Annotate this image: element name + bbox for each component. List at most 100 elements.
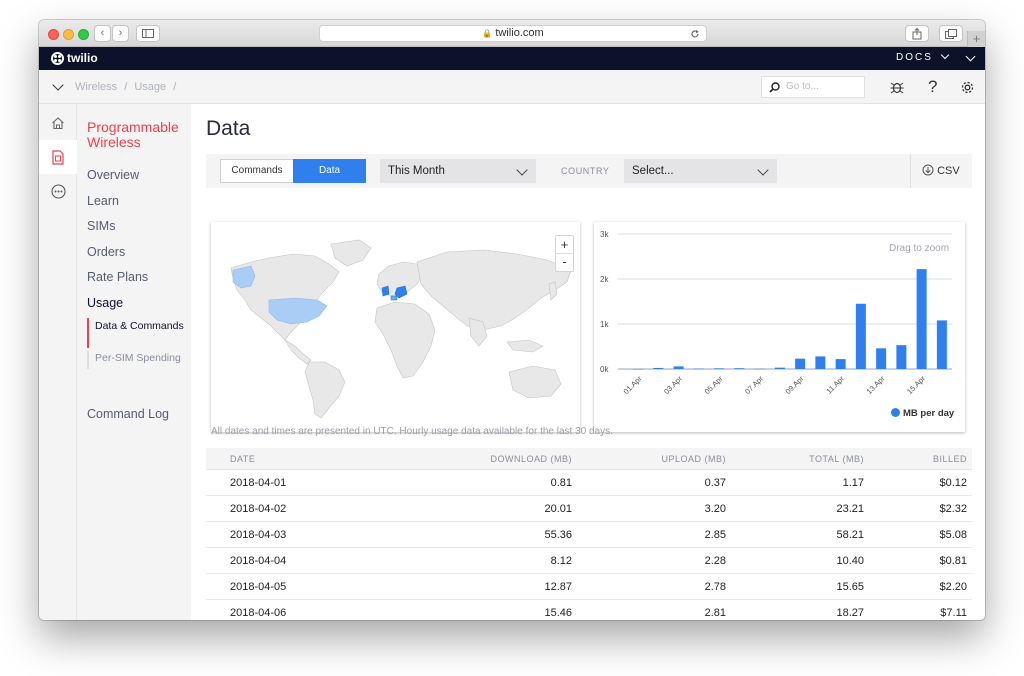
y-tick-label: 1k xyxy=(600,320,609,329)
sidebar-item-rate-plans[interactable]: Rate Plans xyxy=(87,270,148,284)
chevron-right-icon: › xyxy=(118,27,123,39)
chevron-down-icon xyxy=(940,50,949,60)
chart-bar[interactable] xyxy=(633,368,644,370)
more-icon xyxy=(50,183,66,199)
back-button[interactable]: ‹ xyxy=(94,25,111,42)
region-alaska-highlight[interactable] xyxy=(232,265,256,289)
chart-bar[interactable] xyxy=(653,367,664,369)
cell-upload: 2.85 xyxy=(704,529,726,541)
cell-download: 8.12 xyxy=(550,555,572,567)
breadcrumb: Wireless / Usage / xyxy=(75,81,180,93)
sidebar-item-usage[interactable]: Usage xyxy=(87,296,123,310)
sidebar: Programmable Wireless Overview Learn SIM… xyxy=(77,104,191,620)
close-window-button[interactable] xyxy=(48,29,59,40)
sidebar-item-command-log[interactable]: Command Log xyxy=(87,407,169,421)
cell-billed: $5.08 xyxy=(939,529,967,541)
share-button[interactable] xyxy=(905,25,929,42)
rail-home[interactable] xyxy=(39,106,77,140)
goto-search-input[interactable]: Go to... xyxy=(761,76,865,98)
country-select[interactable]: Select... xyxy=(624,159,777,183)
breadcrumb-bar: Wireless / Usage / Go to... ? xyxy=(39,70,985,104)
chart-bar[interactable] xyxy=(714,368,725,369)
breadcrumb-item-wireless[interactable]: Wireless xyxy=(75,81,117,93)
chart-bar[interactable] xyxy=(693,368,704,370)
rail-more[interactable] xyxy=(39,174,77,208)
chart-legend[interactable]: MB per day xyxy=(891,408,954,419)
forward-button[interactable]: › xyxy=(112,25,129,42)
period-select[interactable]: This Month xyxy=(380,159,536,183)
sidebar-section-title[interactable]: Programmable Wireless xyxy=(87,120,187,150)
product-rail xyxy=(39,104,77,620)
chart-bar[interactable] xyxy=(673,366,684,369)
cell-date: 2018-04-06 xyxy=(230,607,287,619)
country-label: COUNTRY xyxy=(561,166,610,176)
column-header-upload[interactable]: UPLOAD (MB) xyxy=(626,454,726,464)
chart-bar[interactable] xyxy=(754,368,765,370)
sidebar-item-sims[interactable]: SIMs xyxy=(87,219,115,233)
region-southeast-asia xyxy=(506,339,544,353)
gear-icon[interactable] xyxy=(960,80,975,95)
column-header-total[interactable]: TOTAL (MB) xyxy=(766,454,864,464)
world-map[interactable] xyxy=(211,222,580,432)
x-tick-label: 13.Apr xyxy=(865,374,887,396)
sidebar-item-orders[interactable]: Orders xyxy=(87,245,125,259)
chart-bar[interactable] xyxy=(876,348,887,369)
sidebar-subitem-per-sim-spending[interactable]: Per-SIM Spending xyxy=(87,351,187,369)
tab-data[interactable]: Data xyxy=(293,159,366,183)
sidebar-item-overview[interactable]: Overview xyxy=(87,168,139,182)
chart-bar[interactable] xyxy=(936,320,947,369)
new-tab-button[interactable]: + xyxy=(967,31,985,47)
account-menu-toggle[interactable] xyxy=(965,51,976,62)
chart-bar[interactable] xyxy=(815,356,826,369)
sidebar-item-learn[interactable]: Learn xyxy=(87,194,119,208)
table-row[interactable]: 2018-04-01 0.81 0.37 1.17 $0.12 xyxy=(206,470,972,496)
cell-download: 0.81 xyxy=(550,477,572,489)
region-uk-highlight[interactable] xyxy=(381,285,390,297)
table-row[interactable]: 2018-04-05 12.87 2.78 15.65 $2.20 xyxy=(206,574,972,600)
column-header-download[interactable]: DOWNLOAD (MB) xyxy=(466,454,572,464)
goto-placeholder: Go to... xyxy=(786,81,819,92)
map-zoom-in-button[interactable]: + xyxy=(556,236,573,254)
x-tick-label: 05.Apr xyxy=(703,374,725,396)
table-row[interactable]: 2018-04-04 8.12 2.28 10.40 $0.81 xyxy=(206,548,972,574)
sidebar-subitem-data-commands[interactable]: Data & Commands xyxy=(87,318,187,348)
chart-bar[interactable] xyxy=(774,367,785,369)
rail-wireless[interactable] xyxy=(39,140,77,174)
browser-window: ‹ › 🔒 twilio.com + twilio DOCS Wireless … xyxy=(39,20,985,620)
chart-bar[interactable] xyxy=(795,358,806,369)
column-header-billed[interactable]: BILLED xyxy=(886,454,967,464)
sidebar-toggle-button[interactable] xyxy=(136,25,160,42)
column-header-date[interactable]: DATE xyxy=(230,454,255,464)
breadcrumb-item-usage[interactable]: Usage xyxy=(134,81,166,93)
csv-export-button[interactable]: CSV xyxy=(922,164,960,177)
collapse-menu-button[interactable] xyxy=(52,79,64,91)
chart-bar[interactable] xyxy=(835,359,846,369)
chevron-down-icon xyxy=(516,164,528,176)
table-row[interactable]: 2018-04-03 55.36 2.85 58.21 $5.08 xyxy=(206,522,972,548)
minimize-window-button[interactable] xyxy=(63,29,74,40)
x-tick-label: 15.Apr xyxy=(905,374,927,396)
table-row[interactable]: 2018-04-02 20.01 3.20 23.21 $2.32 xyxy=(206,496,972,522)
cell-upload: 3.20 xyxy=(704,503,726,515)
breadcrumb-separator: / xyxy=(124,81,128,93)
region-usa-highlight[interactable] xyxy=(268,297,328,325)
docs-menu[interactable]: DOCS xyxy=(896,50,949,63)
reload-icon[interactable] xyxy=(690,29,700,39)
table-row[interactable]: 2018-04-06 15.46 2.81 18.27 $7.11 xyxy=(206,600,972,620)
map-zoom-out-button[interactable]: - xyxy=(556,254,573,272)
chart-bar[interactable] xyxy=(855,303,866,369)
tabs-icon xyxy=(945,29,957,39)
address-bar[interactable]: 🔒 twilio.com xyxy=(319,25,707,42)
tab-commands[interactable]: Commands xyxy=(220,159,294,183)
twilio-logo[interactable]: twilio xyxy=(51,51,98,65)
chart-bar[interactable] xyxy=(734,368,745,369)
lock-icon: 🔒 xyxy=(482,29,493,38)
debug-bug-icon[interactable] xyxy=(890,80,904,94)
chart-bar[interactable] xyxy=(896,345,907,369)
region-benelux-highlight[interactable] xyxy=(390,295,398,301)
tabs-button[interactable] xyxy=(939,25,963,42)
region-south-america xyxy=(304,361,346,419)
help-icon[interactable]: ? xyxy=(928,77,937,97)
chart-bar[interactable] xyxy=(916,269,927,369)
zoom-window-button[interactable] xyxy=(78,29,89,40)
